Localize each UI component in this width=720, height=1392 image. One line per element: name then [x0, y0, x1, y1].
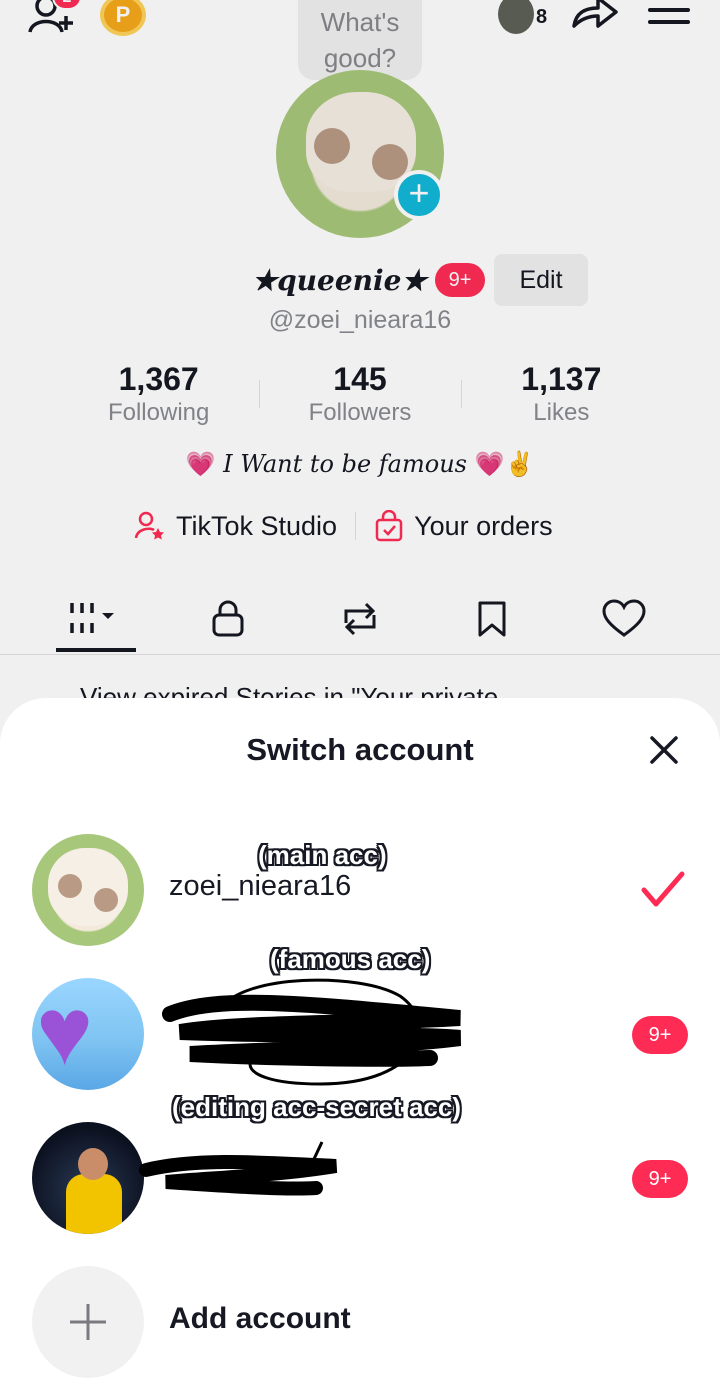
close-icon	[650, 736, 678, 764]
redaction-scribble	[162, 978, 461, 1086]
notification-badge: 9+	[632, 1016, 688, 1054]
account-avatar	[32, 1122, 144, 1234]
plus-icon	[70, 1304, 106, 1340]
close-button[interactable]	[644, 730, 684, 770]
add-account-circle	[32, 1266, 144, 1378]
sheet-title: Switch account	[246, 732, 474, 767]
account-annotation: (main acc)	[258, 840, 387, 870]
account-avatar: ♥	[32, 978, 144, 1090]
purple-heart-icon: ♥	[36, 978, 93, 1085]
add-account-row[interactable]: Add account	[32, 1266, 692, 1378]
account-username: zoei_nieara16	[169, 870, 352, 902]
switch-account-sheet: Switch account zoei_nieara16 (main acc) …	[0, 698, 720, 1392]
add-account-label: Add account	[169, 1302, 351, 1335]
checkmark-icon	[641, 871, 685, 907]
redaction-scribble	[139, 1141, 338, 1196]
account-row-main[interactable]: zoei_nieara16 (main acc)	[32, 834, 692, 946]
account-annotation: (famous acc)	[270, 944, 431, 974]
account-avatar	[32, 834, 144, 946]
cat-illustration	[48, 848, 128, 926]
account-row-famous[interactable]: ♥ (famous acc) 9+	[32, 944, 692, 1090]
account-row-editing[interactable]: (editing acc-secret acc) 9+	[32, 1092, 692, 1234]
account-annotation: (editing acc-secret acc)	[172, 1092, 462, 1122]
notification-badge: 9+	[632, 1160, 688, 1198]
